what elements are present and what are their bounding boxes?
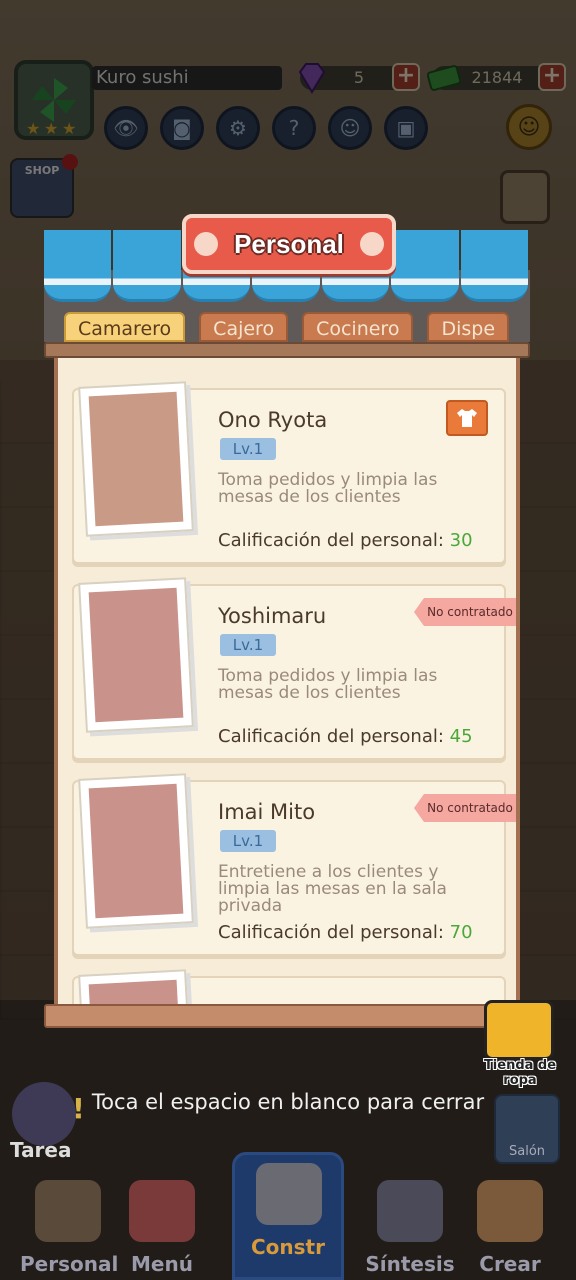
ribbon-ornament-icon bbox=[194, 232, 218, 256]
synthesis-icon bbox=[377, 1180, 443, 1242]
hammer-art bbox=[256, 1163, 322, 1225]
staff-card[interactable] bbox=[72, 969, 506, 1004]
modal-title-text: Personal bbox=[234, 228, 344, 259]
sushi-icon bbox=[477, 1180, 543, 1242]
rating-value: 45 bbox=[449, 726, 473, 747]
status-badge: No contratado bbox=[414, 794, 516, 822]
modal-title: Personal bbox=[182, 214, 396, 274]
nav-sintesis[interactable]: Síntesis bbox=[362, 1180, 458, 1280]
staff-description: Toma pedidos y limpia las mesas de los c… bbox=[218, 666, 438, 703]
staff-card[interactable]: Imai Mito Lv.1 Entretiene a los clientes… bbox=[72, 773, 516, 956]
nav-label: Síntesis bbox=[365, 1252, 455, 1276]
rating-value: 70 bbox=[449, 922, 473, 943]
staff-level: Lv.1 bbox=[220, 438, 276, 460]
staff-modal: Personal Camarero Cajero Cocinero Dispe … bbox=[44, 214, 530, 1030]
rating-value: 30 bbox=[449, 530, 473, 551]
nav-menu[interactable]: Menú bbox=[114, 1180, 210, 1280]
alert-icon: ! bbox=[72, 1092, 85, 1125]
nav-label: Menú bbox=[131, 1252, 193, 1276]
staff-rating: Calificación del personal: 70 bbox=[218, 922, 473, 943]
tab-camarero[interactable]: Camarero bbox=[64, 312, 186, 342]
staff-description: Toma pedidos y limpia las mesas de los c… bbox=[218, 470, 438, 507]
staff-level: Lv.1 bbox=[220, 634, 276, 656]
staff-photo bbox=[78, 577, 194, 733]
staff-name: Ono Ryota bbox=[218, 408, 328, 432]
ribbon-ornament-icon bbox=[360, 232, 384, 256]
staff-description: Entretiene a los clientes y limpia las m… bbox=[218, 862, 447, 916]
staff-card[interactable]: Ono Ryota Lv.1 Toma pedidos y limpia las… bbox=[72, 381, 506, 564]
menu-book-icon bbox=[129, 1180, 195, 1242]
nav-personal[interactable]: Personal bbox=[20, 1180, 119, 1280]
staff-name: Imai Mito bbox=[218, 800, 316, 824]
clothing-shop-button[interactable]: Tienda de ropa bbox=[470, 986, 570, 1088]
tab-cocinero[interactable]: Cocinero bbox=[302, 312, 414, 342]
task-button[interactable]: Tarea ! bbox=[4, 1082, 85, 1166]
shelf-bottom bbox=[44, 1004, 530, 1028]
staff-rating: Calificación del personal: 45 bbox=[218, 726, 473, 747]
shirt-icon[interactable] bbox=[446, 400, 488, 436]
chef-avatar-icon bbox=[12, 1082, 76, 1146]
nav-crear[interactable]: Crear bbox=[462, 1180, 558, 1280]
close-hint: Toca el espacio en blanco para cerrar bbox=[91, 1090, 485, 1114]
rating-label: Calificación del personal: bbox=[218, 726, 444, 747]
role-tabs: Camarero Cajero Cocinero Dispe bbox=[64, 312, 520, 342]
staff-name: Yoshimaru bbox=[218, 604, 327, 628]
nav-label: Personal bbox=[20, 1252, 119, 1276]
staff-icon bbox=[35, 1180, 101, 1242]
rating-label: Calificación del personal: bbox=[218, 922, 444, 943]
staff-level: Lv.1 bbox=[220, 830, 276, 852]
shelf-top bbox=[44, 342, 530, 358]
staff-photo bbox=[78, 381, 194, 537]
tab-cajero[interactable]: Cajero bbox=[199, 312, 289, 342]
salon-label: Salón bbox=[508, 1144, 546, 1159]
task-label: Tarea bbox=[10, 1138, 72, 1162]
salon-button[interactable]: Salón bbox=[494, 1094, 560, 1164]
staff-rating: Calificación del personal: 30 bbox=[218, 530, 473, 551]
clothing-shop-label: Tienda de ropa bbox=[483, 1058, 557, 1088]
tab-dispensador[interactable]: Dispe bbox=[427, 312, 510, 342]
basket-icon bbox=[484, 1000, 554, 1060]
nav-constr[interactable]: Constr bbox=[232, 1152, 344, 1280]
staff-card[interactable]: Yoshimaru Lv.1 Toma pedidos y limpia las… bbox=[72, 577, 516, 760]
staff-photo bbox=[78, 969, 194, 1004]
staff-list[interactable]: Ono Ryota Lv.1 Toma pedidos y limpia las… bbox=[54, 358, 520, 1004]
nav-label: Constr bbox=[251, 1235, 325, 1259]
rating-label: Calificación del personal: bbox=[218, 530, 444, 551]
nav-label: Crear bbox=[479, 1252, 541, 1276]
status-badge: No contratado bbox=[414, 598, 516, 626]
staff-photo bbox=[78, 773, 194, 929]
